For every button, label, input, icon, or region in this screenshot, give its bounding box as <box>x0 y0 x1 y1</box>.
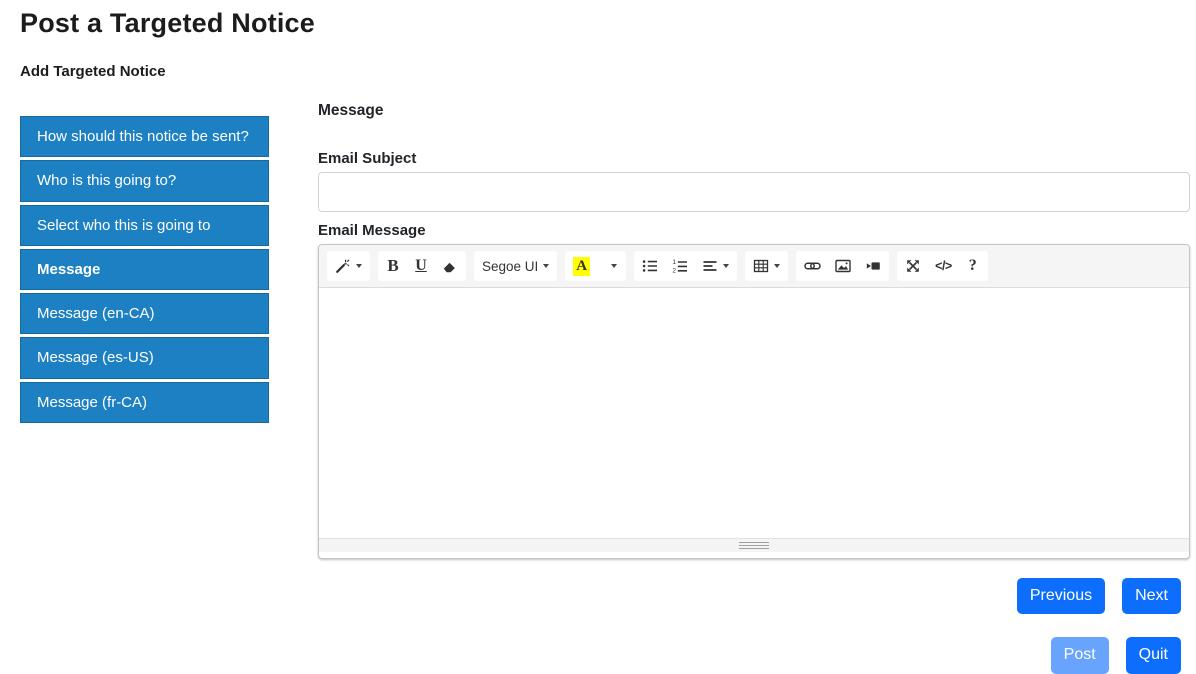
form-panel: Message Email Subject Email Message B U … <box>318 102 1190 674</box>
chevron-down-icon <box>356 264 362 268</box>
font-color-group: A <box>565 251 627 281</box>
editor-footer-strip <box>319 552 1189 558</box>
eraser-icon <box>442 258 458 274</box>
font-family-group: Segoe UI <box>474 251 558 281</box>
link-icon <box>804 258 821 274</box>
chevron-down-icon <box>723 264 730 268</box>
email-message-label: Email Message <box>318 222 426 239</box>
view-group: </> ? <box>897 251 988 281</box>
fullscreen-icon <box>905 258 921 274</box>
step-nav: How should this notice be sent? Who is t… <box>20 116 269 674</box>
nav-item-message[interactable]: Message <box>20 248 269 290</box>
email-subject-input[interactable] <box>318 172 1190 212</box>
help-icon: ? <box>968 257 977 274</box>
picture-icon <box>835 258 851 274</box>
insert-group <box>796 251 890 281</box>
nav-item-label: Message <box>37 260 101 278</box>
style-group <box>327 251 370 281</box>
video-button[interactable] <box>858 252 888 280</box>
code-view-icon: </> <box>935 259 952 273</box>
table-dropdown[interactable] <box>746 252 787 280</box>
unordered-list-button[interactable] <box>635 252 665 280</box>
editor-toolbar: B U Segoe UI A 1 2 </> ? <box>319 245 1189 288</box>
post-button[interactable]: Post <box>1050 637 1109 674</box>
previous-button[interactable]: Previous <box>1016 578 1106 615</box>
form-title: Add Targeted Notice <box>20 63 166 80</box>
code-view-button[interactable]: </> <box>928 252 959 280</box>
nav-button-row: Previous Next <box>318 578 1190 615</box>
nav-item-label: Message (es-US) <box>37 349 154 367</box>
video-icon <box>865 258 881 274</box>
clear-formatting-button[interactable] <box>435 252 465 280</box>
underline-icon: U <box>415 257 427 274</box>
help-button[interactable]: ? <box>959 252 987 280</box>
nav-item-how-sent[interactable]: How should this notice be sent? <box>20 116 269 158</box>
font-family-dropdown[interactable]: Segoe UI <box>475 252 556 280</box>
email-subject-label: Email Subject <box>318 150 417 167</box>
font-family-label: Segoe UI <box>482 258 539 274</box>
nav-item-label: Message (fr-CA) <box>37 393 148 411</box>
editor-content-area[interactable] <box>319 288 1189 538</box>
rich-text-editor: B U Segoe UI A 1 2 </> ? <box>318 244 1190 559</box>
font-color-button[interactable]: A <box>566 252 597 280</box>
nav-item-label: How should this notice be sent? <box>37 128 249 145</box>
content-area: How should this notice be sent? Who is t… <box>20 102 1190 674</box>
nav-item-message-es-us[interactable]: Message (es-US) <box>20 337 269 379</box>
page-root: Post a Targeted Notice Add Targeted Noti… <box>0 0 1196 674</box>
font-color-icon: A <box>573 256 591 276</box>
nav-item-label: Message (en-CA) <box>37 305 155 322</box>
editor-resize-handle[interactable] <box>319 538 1189 552</box>
nav-item-who-going-to[interactable]: Who is this going to? <box>20 160 269 202</box>
nav-item-label: Who is this going to? <box>37 172 177 190</box>
quit-button[interactable]: Quit <box>1125 637 1181 674</box>
svg-text:2: 2 <box>673 267 677 274</box>
grip-icon <box>739 542 769 549</box>
nav-item-select-who[interactable]: Select who this is going to <box>20 204 269 246</box>
chevron-down-icon <box>610 264 617 268</box>
page-title: Post a Targeted Notice <box>20 8 315 38</box>
nav-item-message-en-ca[interactable]: Message (en-CA) <box>20 293 269 335</box>
chevron-down-icon <box>543 264 550 268</box>
paragraph-group: 1 2 <box>634 251 738 281</box>
section-title: Message <box>318 102 384 119</box>
next-button[interactable]: Next <box>1122 578 1181 615</box>
nav-item-label: Select who this is going to <box>37 216 211 234</box>
magic-style-dropdown-button[interactable] <box>328 252 369 280</box>
chevron-down-icon <box>774 264 781 268</box>
align-left-icon <box>702 258 718 274</box>
picture-button[interactable] <box>828 252 858 280</box>
underline-button[interactable]: U <box>407 252 435 280</box>
fullscreen-button[interactable] <box>898 252 928 280</box>
magic-wand-icon <box>335 258 351 274</box>
nav-item-message-fr-ca[interactable]: Message (fr-CA) <box>20 381 269 423</box>
paragraph-align-dropdown[interactable] <box>695 252 736 280</box>
unordered-list-icon <box>642 258 658 274</box>
bold-icon: B <box>387 256 399 275</box>
font-style-group: B U <box>378 251 466 281</box>
ordered-list-icon: 1 2 <box>672 258 688 274</box>
table-icon <box>753 258 769 274</box>
bold-button[interactable]: B <box>379 252 407 280</box>
action-button-row: Post Quit <box>318 637 1190 674</box>
ordered-list-button[interactable]: 1 2 <box>665 252 695 280</box>
font-color-caret-button[interactable] <box>597 252 625 280</box>
link-button[interactable] <box>797 252 828 280</box>
svg-text:1: 1 <box>673 259 677 266</box>
table-group <box>745 251 789 281</box>
